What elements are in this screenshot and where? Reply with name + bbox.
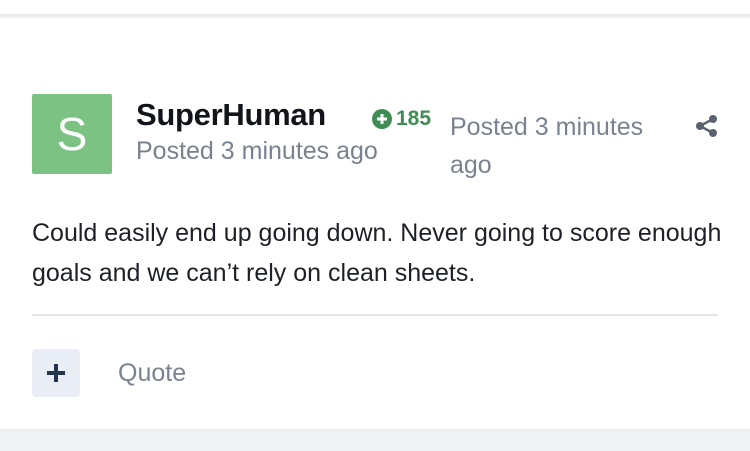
author-name[interactable]: SuperHuman (136, 97, 326, 133)
forum-post: S SuperHuman 185 Posted 3 minutes ago Po… (0, 18, 750, 429)
posted-time-link[interactable]: Posted 3 minutes ago (450, 108, 660, 184)
add-reaction-button[interactable] (32, 349, 80, 397)
plus-circle-icon (372, 109, 392, 129)
share-icon[interactable] (694, 113, 720, 139)
quote-button[interactable]: Quote (118, 359, 186, 388)
avatar[interactable]: S (32, 94, 112, 174)
reputation-count: 185 (396, 107, 432, 130)
posted-time: Posted 3 minutes ago (136, 137, 378, 165)
reputation-badge[interactable]: 185 (372, 106, 431, 132)
page-background (0, 435, 750, 451)
previous-post-edge (0, 0, 750, 14)
divider (32, 314, 718, 316)
post-content: Could easily end up going down. Never go… (32, 219, 722, 287)
